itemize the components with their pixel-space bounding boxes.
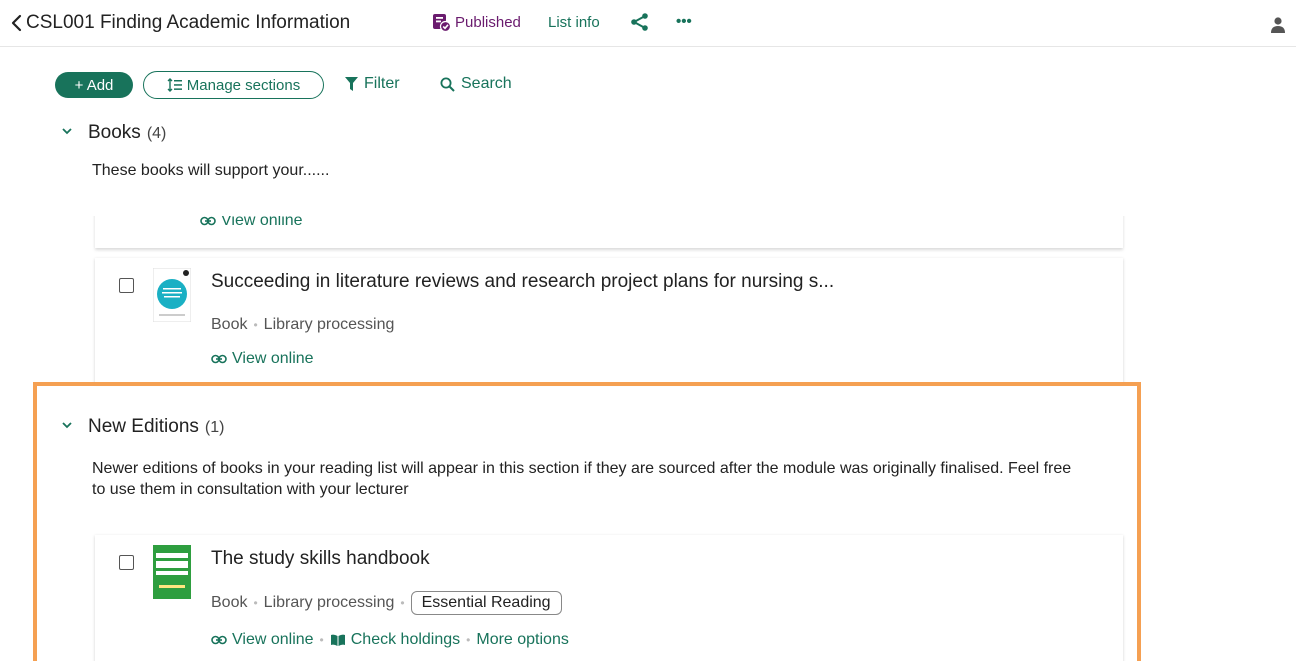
book-open-icon [330,634,345,646]
manage-sections-button[interactable]: Manage sections [143,71,324,99]
search-icon [440,77,455,92]
list-item: The study skills handbook Book • Library… [95,535,1123,661]
link-icon [211,635,227,645]
separator: • [253,318,258,332]
more-icon[interactable]: ••• [676,14,692,30]
status-badge[interactable]: Published [432,13,521,32]
item-checkbox[interactable] [119,278,134,293]
view-online-label: View online [232,350,314,367]
section-description: These books will support your...... [92,162,330,179]
item-title[interactable]: Succeeding in literature reviews and res… [211,271,834,293]
search-button[interactable]: Search [440,75,512,93]
filter-label: Filter [364,75,400,92]
item-meta: Book • Library processing [211,316,394,334]
manage-sections-label: Manage sections [186,76,301,94]
section-description: Newer editions of books in your reading … [92,460,1072,498]
item-title[interactable]: The study skills handbook [211,548,430,570]
item-status: Library processing [263,594,395,611]
search-label: Search [461,75,512,92]
sort-lines-icon [167,78,182,92]
separator: • [466,633,471,647]
item-status: Library processing [263,316,395,333]
list-item: Succeeding in literature reviews and res… [95,258,1123,383]
view-online-link[interactable]: View online [211,631,314,649]
top-bar: CSL001 Finding Academic Information Publ… [0,0,1296,47]
status-label: Published [455,14,521,31]
item-meta: Book • Library processing • Essential Re… [211,591,562,615]
separator: • [400,596,405,610]
link-icon [211,354,227,364]
chevron-left-icon[interactable] [8,13,26,33]
page-title: CSL001 Finding Academic Information [26,12,351,33]
section-title: New Editions [88,416,199,437]
list-info-link[interactable]: List info [548,14,600,31]
link-icon [200,216,216,226]
item-checkbox[interactable] [119,555,134,570]
filter-button[interactable]: Filter [345,75,400,93]
section-header-books[interactable]: Books (4) [60,122,166,144]
check-holdings-link[interactable]: Check holdings [330,631,460,649]
section-count: (1) [204,419,225,436]
check-holdings-label: Check holdings [350,631,461,648]
item-links: View online [211,350,314,368]
book-cover [153,268,191,322]
more-options-link[interactable]: More options [476,631,569,649]
add-button-label: + Add [74,76,114,94]
section-count: (4) [146,125,167,142]
scroll-mask [90,190,1130,216]
user-icon[interactable] [1269,14,1287,36]
view-online-link[interactable]: View online [211,350,314,368]
section-header-new-editions[interactable]: New Editions (1) [60,416,224,438]
more-options-label: More options [476,631,569,648]
separator: • [253,596,258,610]
section-title: Books [88,122,141,143]
separator: • [319,633,324,647]
item-type: Book [211,594,248,611]
view-online-label: View online [232,631,314,648]
importance-badge: Essential Reading [410,591,562,615]
book-cover [153,545,191,599]
chevron-down-icon[interactable] [60,124,74,138]
published-icon [433,14,451,32]
share-icon[interactable] [630,12,650,32]
item-type: Book [211,316,248,333]
item-links: View online • Check holdings • More opti… [211,631,569,649]
chevron-down-icon[interactable] [60,418,74,432]
filter-icon [345,77,358,91]
add-button[interactable]: + Add [55,72,133,98]
